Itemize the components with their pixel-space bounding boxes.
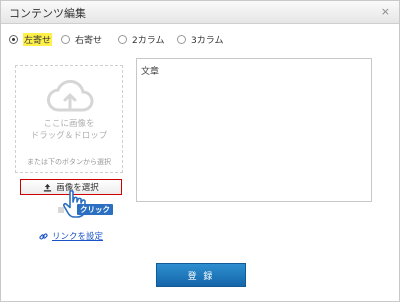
body-text-label: 文章	[141, 67, 160, 77]
upload-icon	[44, 183, 52, 192]
set-link-label[interactable]: リンクを設定	[52, 230, 103, 242]
radio-dot[interactable]	[118, 34, 127, 44]
radio-dot[interactable]	[61, 34, 70, 44]
register-button[interactable]: 登 録	[156, 263, 246, 287]
image-dropzone[interactable]: ここに画像を ドラッグ＆ドロップ または下のボタンから選択	[15, 65, 123, 173]
radio-dot[interactable]	[177, 34, 186, 44]
radio-two-column[interactable]: 2カラム	[118, 32, 164, 46]
dropzone-subtext: または下のボタンから選択	[27, 158, 111, 166]
set-link-link[interactable]: リンクを設定	[39, 230, 103, 242]
dropzone-text-line1: ここに画像を	[43, 119, 95, 129]
content-edit-dialog: コンテンツ編集 × 左寄せ 右寄せ 2カラム 3カラム ここに画像を ドラッグ＆…	[0, 0, 400, 302]
radio-label-two-column: 2カラム	[132, 35, 165, 46]
radio-label-align-left: 左寄せ	[23, 32, 53, 46]
radio-label-three-column: 3カラム	[191, 35, 224, 46]
radio-label-align-right: 右寄せ	[75, 35, 103, 46]
radio-dot-checked[interactable]	[9, 34, 18, 44]
dialog-titlebar: コンテンツ編集 ×	[1, 1, 399, 24]
radio-align-right[interactable]: 右寄せ	[61, 32, 102, 46]
click-badge: クリック	[77, 204, 113, 215]
radio-align-left[interactable]: 左寄せ	[9, 32, 53, 46]
cloud-upload-icon	[47, 80, 94, 112]
dropzone-text-line2: ドラッグ＆ドロップ	[30, 131, 108, 141]
link-icon	[39, 233, 48, 239]
radio-three-column[interactable]: 3カラム	[177, 32, 223, 46]
close-icon[interactable]: ×	[381, 5, 390, 19]
dialog-title: コンテンツ編集	[9, 7, 86, 20]
body-text-area[interactable]: 文章	[136, 58, 372, 202]
